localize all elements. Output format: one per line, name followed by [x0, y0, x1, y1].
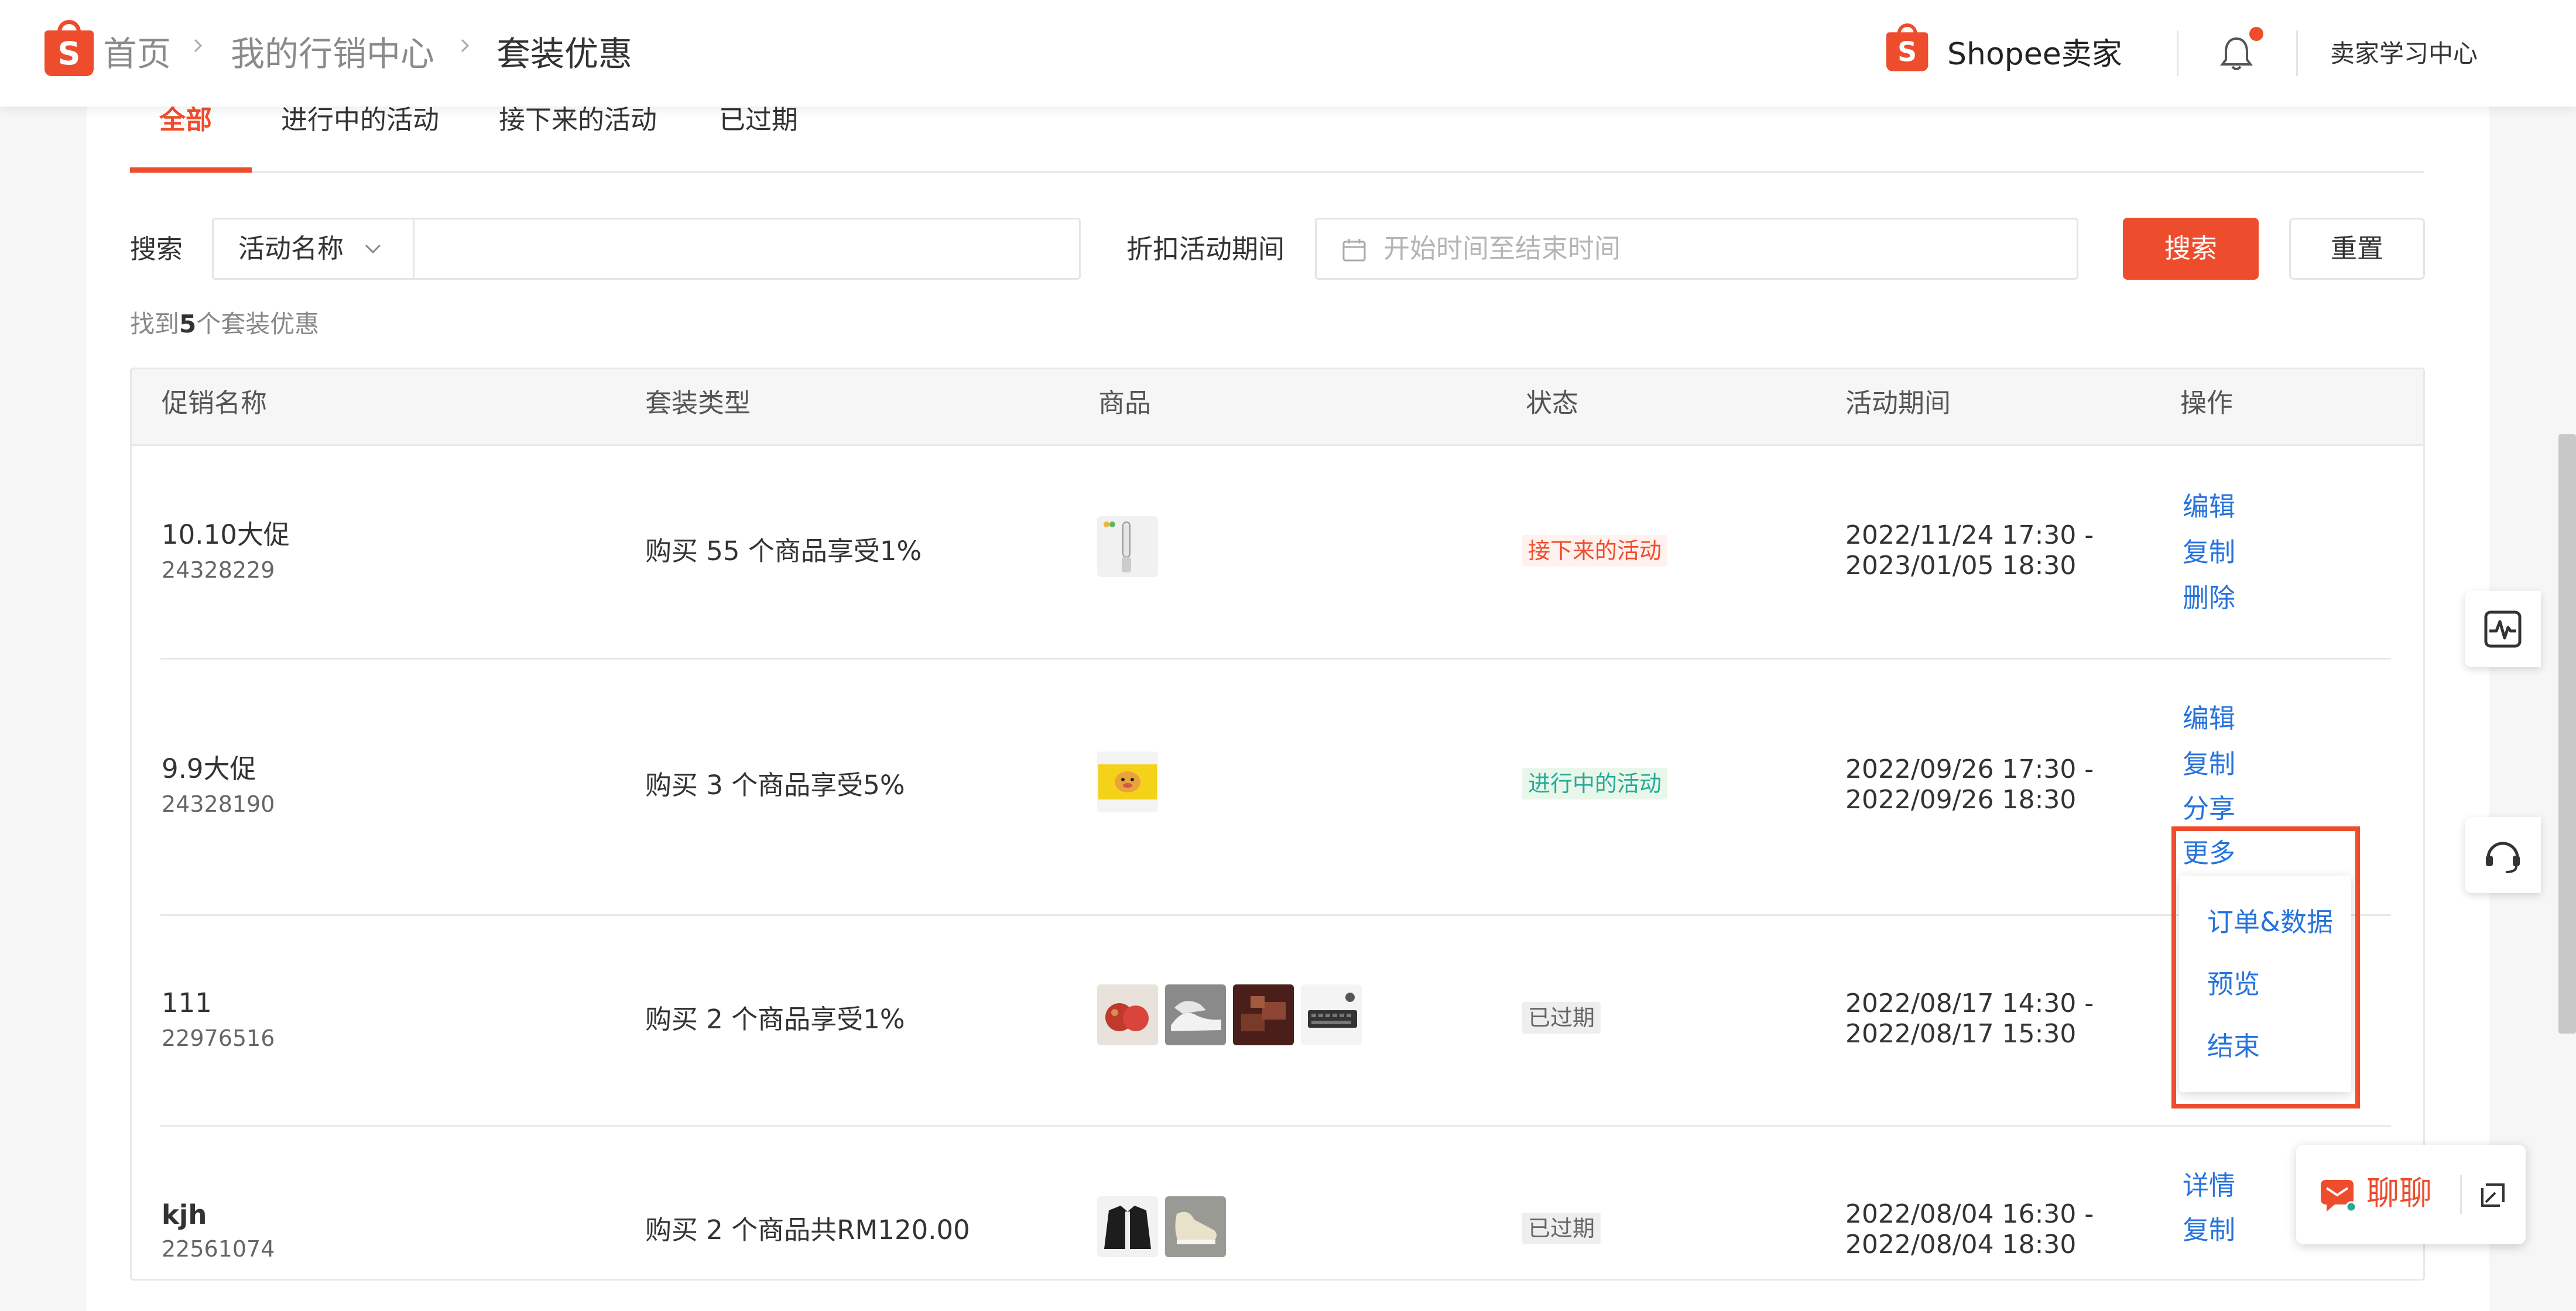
chevron-down-icon	[365, 244, 381, 254]
status-badge: 已过期	[1522, 1002, 1601, 1034]
column-header-status: 状态	[1526, 387, 1579, 418]
seller-learning-center-link[interactable]: 卖家学习中心	[2330, 36, 2478, 71]
date-range-placeholder: 开始时间至结束时间	[1383, 233, 1621, 264]
header-divider	[2296, 30, 2298, 76]
header-divider	[2177, 30, 2178, 76]
top-header: S 首页 我的行销中心 套装优惠 S Shopee卖家 卖家学习中心	[0, 0, 2576, 107]
status-badge: 已过期	[1522, 1213, 1601, 1244]
column-header-period: 活动期间	[1845, 387, 1951, 418]
period-start: 2022/09/26 17:30 -	[1845, 754, 2094, 784]
search-field-select[interactable]: 活动名称	[214, 219, 415, 278]
page-scrollbar[interactable]	[2558, 434, 2576, 1034]
promo-id: 24328229	[162, 557, 275, 583]
chat-icon	[2321, 1180, 2357, 1213]
copy-link[interactable]: 复制	[2183, 747, 2235, 782]
column-header-type: 套装类型	[645, 387, 751, 418]
search-button[interactable]: 搜索	[2123, 218, 2259, 280]
performance-widget-button[interactable]	[2465, 591, 2541, 667]
status-badge: 接下来的活动	[1522, 535, 1668, 567]
expand-icon[interactable]	[2478, 1180, 2508, 1210]
copy-link[interactable]: 复制	[2183, 1213, 2235, 1248]
chat-divider	[2460, 1175, 2462, 1214]
table-header	[132, 369, 2423, 446]
shopee-logo-icon[interactable]: S	[44, 20, 94, 76]
bundle-table	[130, 368, 2425, 1281]
product-thumbnail[interactable]	[1165, 984, 1226, 1045]
bundle-type: 购买 2 个商品共RM120.00	[645, 1214, 970, 1245]
edit-link[interactable]: 编辑	[2183, 489, 2235, 524]
brand-name[interactable]: Shopee卖家	[1947, 34, 2122, 75]
product-thumbnail[interactable]	[1233, 984, 1294, 1045]
bundle-type: 购买 55 个商品享受1%	[645, 536, 922, 567]
activity-chart-icon	[2484, 610, 2522, 648]
search-field-value: 活动名称	[238, 233, 344, 264]
search-box: 活动名称	[212, 218, 1081, 280]
period-end: 2022/09/26 18:30	[1845, 785, 2077, 815]
promo-id: 22561074	[162, 1236, 275, 1262]
column-header-products: 商品	[1098, 387, 1152, 418]
search-input[interactable]	[416, 223, 1074, 276]
period-end: 2023/01/05 18:30	[1845, 551, 2077, 581]
product-thumbnail[interactable]	[1097, 751, 1158, 812]
date-range-picker[interactable]: 开始时间至结束时间	[1315, 218, 2078, 280]
tabs-divider	[130, 171, 2424, 173]
notification-bell-icon[interactable]	[2219, 35, 2254, 73]
promo-name: kjh	[162, 1199, 207, 1230]
chat-label: 聊聊	[2366, 1175, 2432, 1213]
delete-link[interactable]: 删除	[2183, 581, 2235, 616]
chat-widget[interactable]: 聊聊	[2296, 1145, 2526, 1244]
product-thumbnail[interactable]	[1097, 984, 1158, 1045]
highlight-box	[2171, 826, 2360, 1108]
edit-link[interactable]: 编辑	[2183, 701, 2235, 736]
period-end: 2022/08/04 18:30	[1845, 1230, 2077, 1259]
column-header-actions: 操作	[2180, 387, 2234, 418]
headset-icon	[2486, 842, 2520, 873]
chevron-right-icon	[194, 39, 203, 53]
row-divider	[160, 914, 2391, 916]
breadcrumb-home[interactable]: 首页	[103, 32, 171, 76]
support-widget-button[interactable]	[2465, 817, 2541, 893]
column-header-name: 促销名称	[162, 387, 268, 418]
row-divider	[160, 1125, 2391, 1127]
promo-id: 24328190	[162, 791, 275, 817]
product-thumbnail[interactable]	[1097, 516, 1158, 577]
period-start: 2022/11/24 17:30 -	[1845, 520, 2094, 550]
bundle-type: 购买 2 个商品享受1%	[645, 1004, 905, 1035]
promo-name: 111	[162, 987, 212, 1018]
share-link[interactable]: 分享	[2183, 791, 2235, 826]
notification-dot	[2249, 27, 2263, 41]
shopee-seller-logo-icon[interactable]: S	[1886, 23, 1928, 71]
breadcrumb-current-page: 套装优惠	[496, 34, 633, 74]
promo-name: 9.9大促	[162, 753, 256, 784]
active-tab-indicator	[130, 167, 252, 173]
result-count: 找到5个套装优惠	[130, 310, 320, 338]
product-thumbnail[interactable]	[1165, 1196, 1226, 1257]
details-link[interactable]: 详情	[2183, 1168, 2235, 1203]
period-start: 2022/08/04 16:30 -	[1845, 1199, 2094, 1229]
product-thumbnail[interactable]	[1301, 984, 1362, 1045]
promo-id: 22976516	[162, 1025, 275, 1051]
promo-name: 10.10大促	[162, 519, 290, 550]
reset-button[interactable]: 重置	[2289, 218, 2425, 280]
copy-link[interactable]: 复制	[2183, 535, 2235, 570]
chevron-right-icon	[461, 39, 470, 53]
period-start: 2022/08/17 14:30 -	[1845, 989, 2094, 1018]
period-label: 折扣活动期间	[1126, 234, 1285, 265]
period-end: 2022/08/17 15:30	[1845, 1019, 2077, 1049]
row-divider	[160, 658, 2391, 660]
breadcrumb-marketing-center[interactable]: 我的行销中心	[231, 32, 434, 76]
status-badge: 进行中的活动	[1522, 768, 1668, 799]
calendar-icon	[1342, 239, 1366, 262]
product-thumbnail[interactable]	[1097, 1196, 1158, 1257]
search-label: 搜索	[130, 234, 183, 265]
bundle-type: 购买 3 个商品享受5%	[645, 770, 905, 801]
